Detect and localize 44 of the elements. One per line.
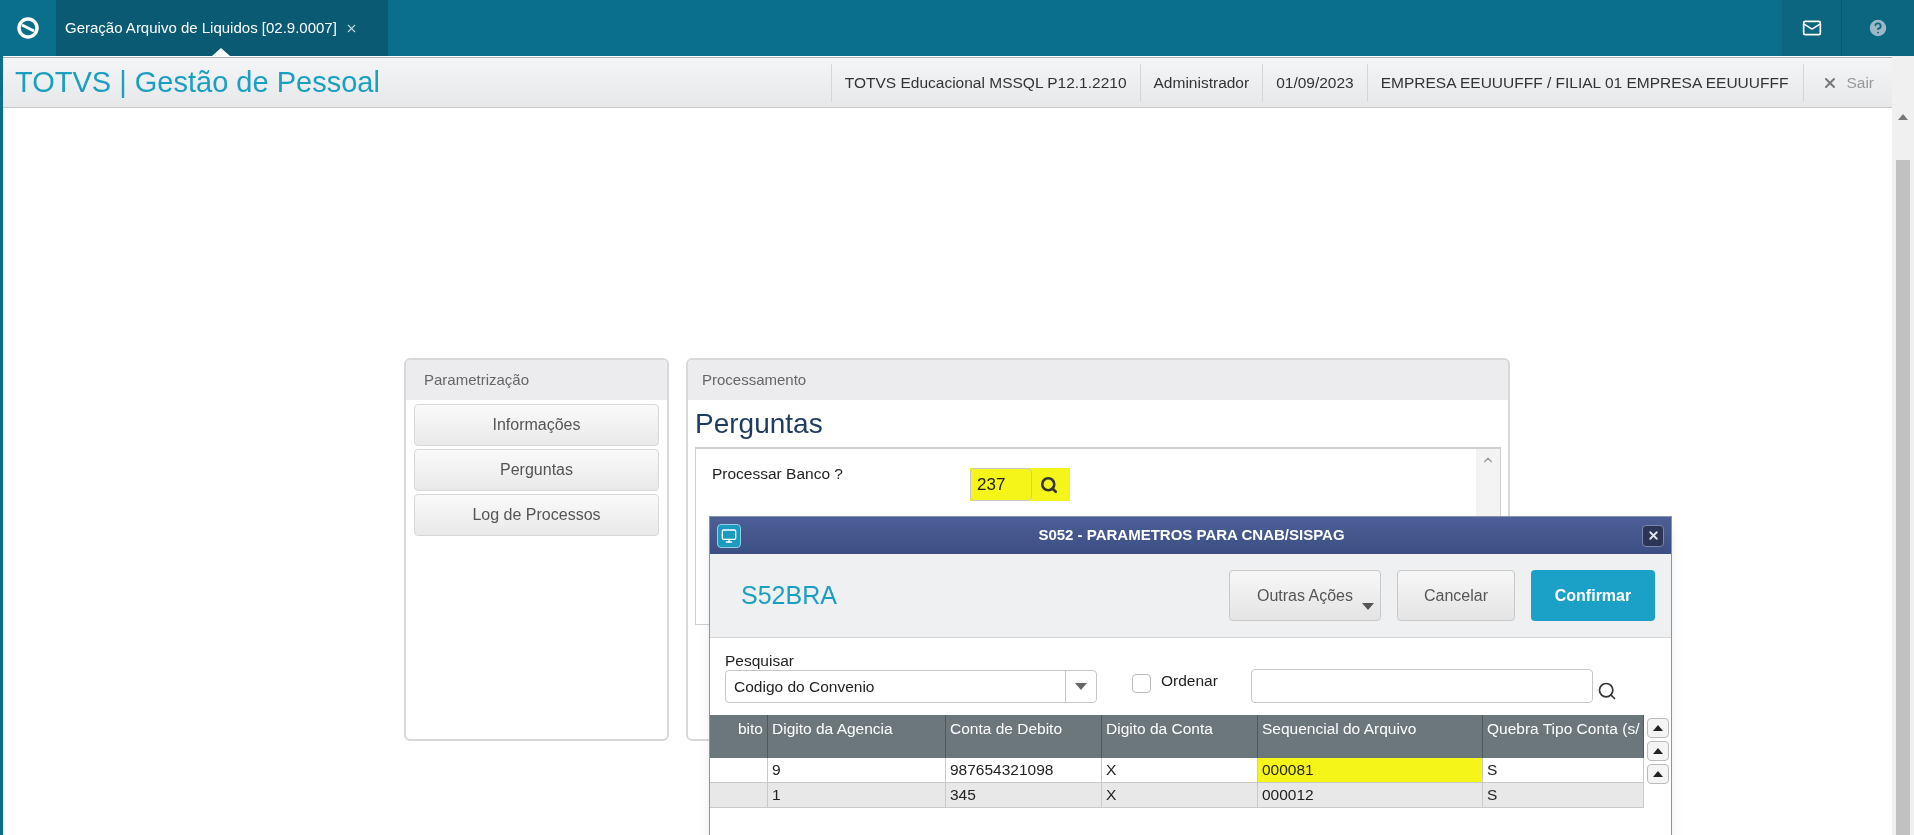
scroll-button[interactable] — [1646, 741, 1669, 761]
table-cell: X — [1102, 783, 1258, 807]
question-label: Processar Banco ? — [712, 464, 844, 484]
search-icon[interactable] — [1040, 475, 1058, 494]
help-icon — [1867, 17, 1889, 39]
table-cell: 9 — [768, 758, 946, 782]
scroll-button[interactable] — [1646, 764, 1669, 784]
header-info: EMPRESA EEUUUFFF / FILIAL 01 EMPRESA EEUUUFFF — [1366, 63, 1802, 102]
mail-button[interactable] — [1782, 0, 1842, 56]
bank-field[interactable]: 237 — [970, 468, 1032, 501]
search-label: Pesquisar — [725, 651, 795, 670]
table-cell: 1 — [768, 783, 946, 807]
header-info: TOTVS Educacional MSSQL P12.1.2210 — [830, 63, 1140, 102]
menu-button[interactable]: Log de Processos — [414, 494, 659, 536]
order-label: Ordenar — [1161, 670, 1218, 691]
caret-icon — [1362, 603, 1374, 610]
app-title: TOTVS | Gestão de Pessoal — [14, 64, 380, 100]
app-tab[interactable]: Geração Arquivo de Liquidos [02.9.0007] — [56, 0, 388, 56]
scroll-button[interactable] — [1646, 718, 1669, 738]
help-button[interactable] — [1842, 0, 1914, 56]
order-checkbox[interactable] — [1132, 674, 1151, 693]
window-icon — [717, 523, 741, 548]
dialog-title: S052 - PARAMETROS PARA CNAB/SISPAG — [1037, 525, 1346, 546]
panel-title: Parametrização — [406, 360, 667, 400]
table-cell: 345 — [946, 783, 1102, 807]
table-cell: 000081 — [1258, 758, 1483, 782]
menu-button[interactable]: Perguntas — [414, 449, 659, 491]
menu-button[interactable]: Informações — [414, 404, 659, 446]
table-cell: 987654321098 — [946, 758, 1102, 782]
more-actions-button[interactable]: Outras Ações — [1229, 570, 1381, 621]
header-info: Administrador — [1139, 63, 1263, 102]
panel-title: Processamento — [688, 360, 1508, 400]
search-icon[interactable] — [1596, 681, 1617, 701]
section-heading: Perguntas — [694, 407, 824, 440]
cancel-button[interactable]: Cancelar — [1397, 570, 1515, 621]
mail-icon — [1801, 18, 1822, 38]
routine-name: S52BRA — [741, 579, 838, 611]
search-field[interactable] — [1250, 669, 1593, 703]
header-info: 01/09/2023 — [1262, 63, 1367, 102]
close-icon — [1646, 529, 1660, 542]
search-select[interactable]: Codigo do Convenio — [725, 670, 1097, 703]
table-cell: 000012 — [1258, 783, 1483, 807]
dropdown-icon — [1075, 683, 1087, 690]
close-button[interactable] — [1642, 524, 1664, 547]
